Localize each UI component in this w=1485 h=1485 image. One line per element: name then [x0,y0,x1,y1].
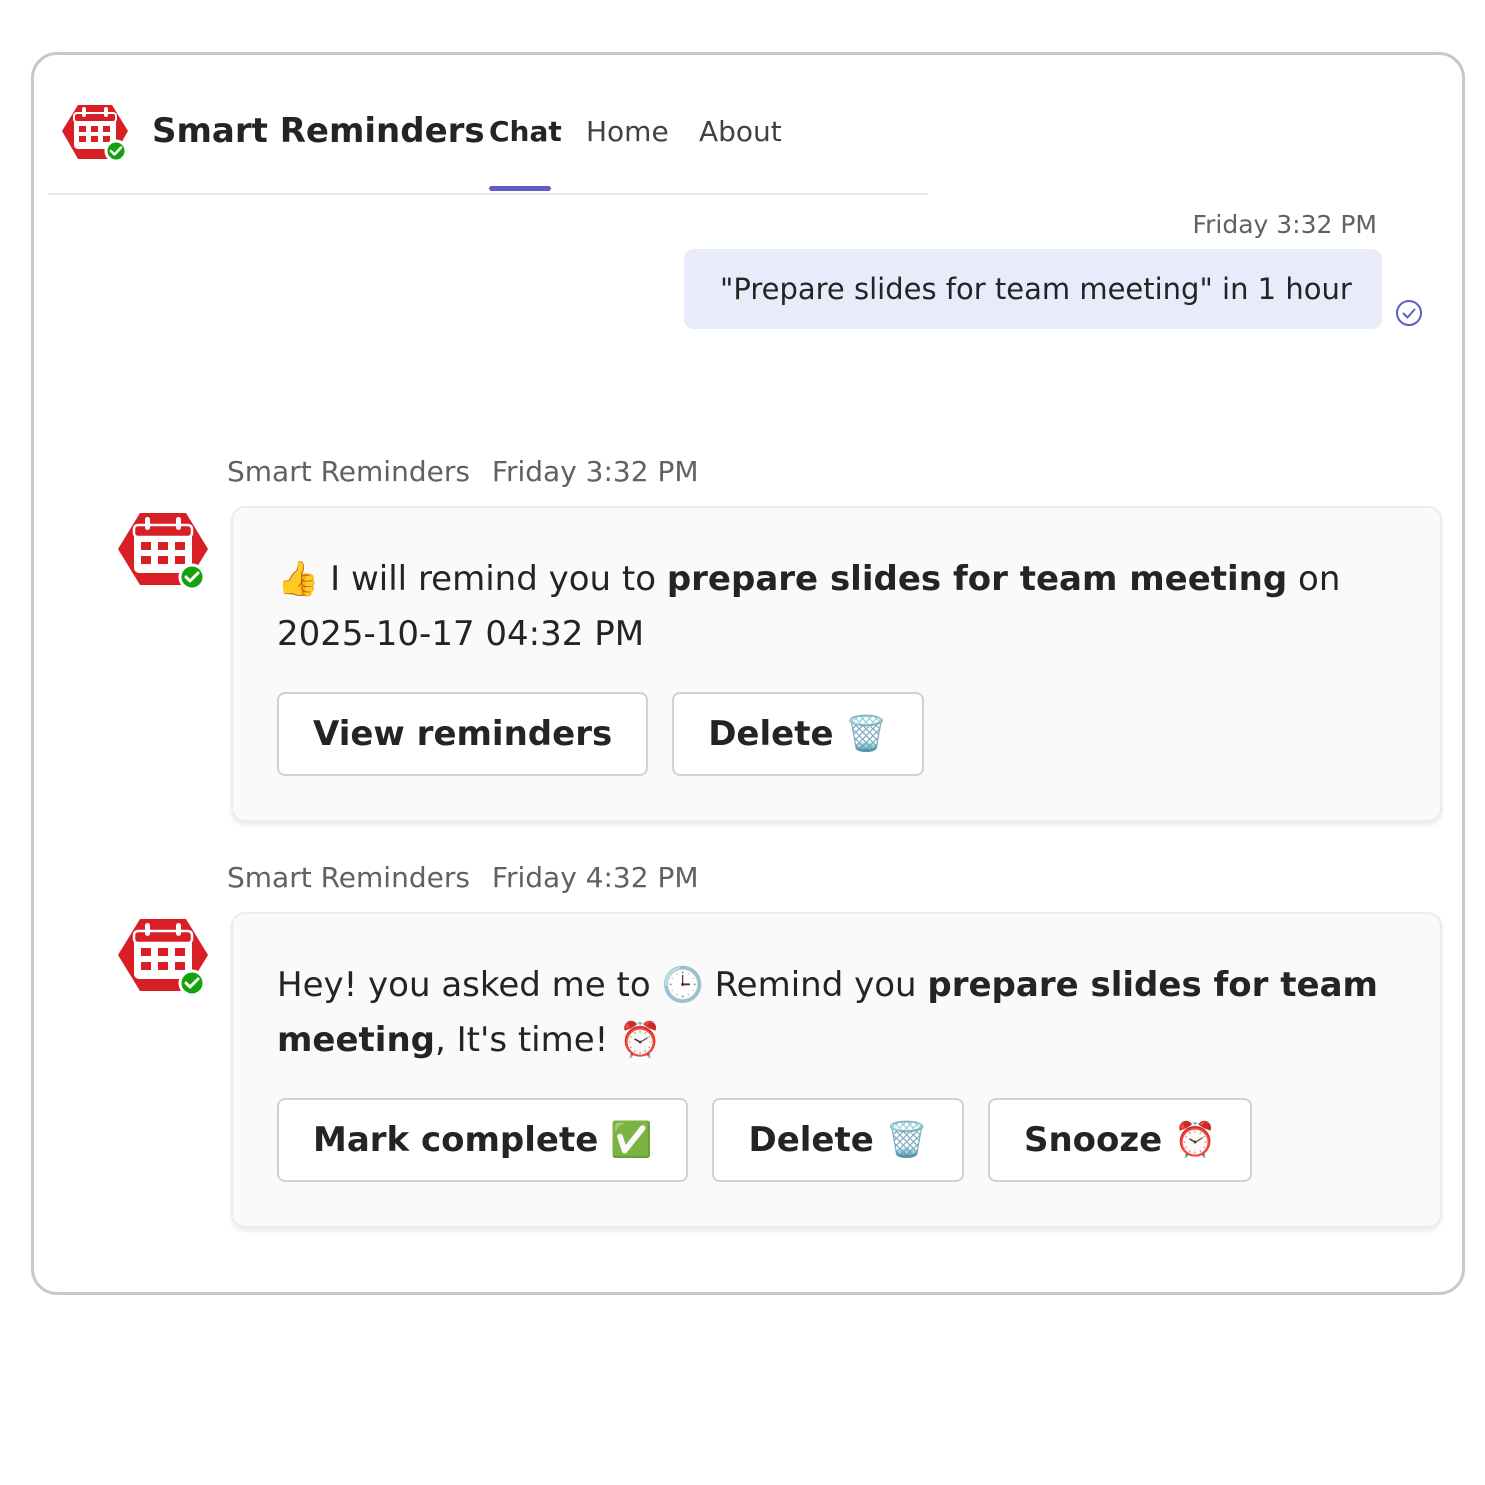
app-window: Smart Reminders Chat Home About Friday 3… [31,52,1465,1295]
reminder-confirmation-text: 👍 I will remind you to prepare slides fo… [277,559,1341,654]
bot-sender-name: Smart Reminders [227,861,470,894]
bot-sender-name: Smart Reminders [227,455,470,488]
reminder-task-text: prepare slides for team meeting [666,559,1288,599]
card-actions: Mark complete ✅ Delete 🗑️ Snooze ⏰ [277,1098,1253,1182]
bot-message-timestamp: Friday 3:32 PM [491,455,699,488]
read-receipt-check-icon [1396,300,1422,326]
thumbs-up-emoji: 👍 [277,559,320,599]
tab-home[interactable]: Home [586,115,669,148]
bot-avatar-icon [118,919,208,997]
delete-button[interactable]: Delete 🗑️ [712,1098,964,1182]
reminder-due-card: Hey! you asked me to 🕒 Remind you prepar… [231,912,1442,1228]
user-message-bubble: "Prepare slides for team meeting" in 1 h… [684,249,1382,329]
app-header: Smart Reminders Chat Home About [48,85,928,195]
reminder-due-text: Hey! you asked me to 🕒 Remind you prepar… [277,965,1378,1060]
snooze-button[interactable]: Snooze ⏰ [987,1098,1253,1182]
reminder-confirmation-card: 👍 I will remind you to prepare slides fo… [231,506,1442,822]
bot-message-meta: Smart Reminders Friday 4:32 PM [227,861,699,894]
bot-message-timestamp: Friday 4:32 PM [491,861,699,894]
view-reminders-button[interactable]: View reminders [277,692,649,776]
calendar-logo-icon [62,105,128,163]
tab-chat[interactable]: Chat [489,115,562,148]
bot-message-meta: Smart Reminders Friday 3:32 PM [227,455,699,488]
mark-complete-button[interactable]: Mark complete ✅ [277,1098,689,1182]
card-actions: View reminders Delete 🗑️ [277,692,924,776]
active-tab-indicator [489,186,551,191]
app-title: Smart Reminders [152,111,485,151]
bot-avatar-icon [118,513,208,591]
tab-about[interactable]: About [699,115,782,148]
user-message-timestamp: Friday 3:32 PM [1192,210,1377,239]
delete-button[interactable]: Delete 🗑️ [672,692,924,776]
